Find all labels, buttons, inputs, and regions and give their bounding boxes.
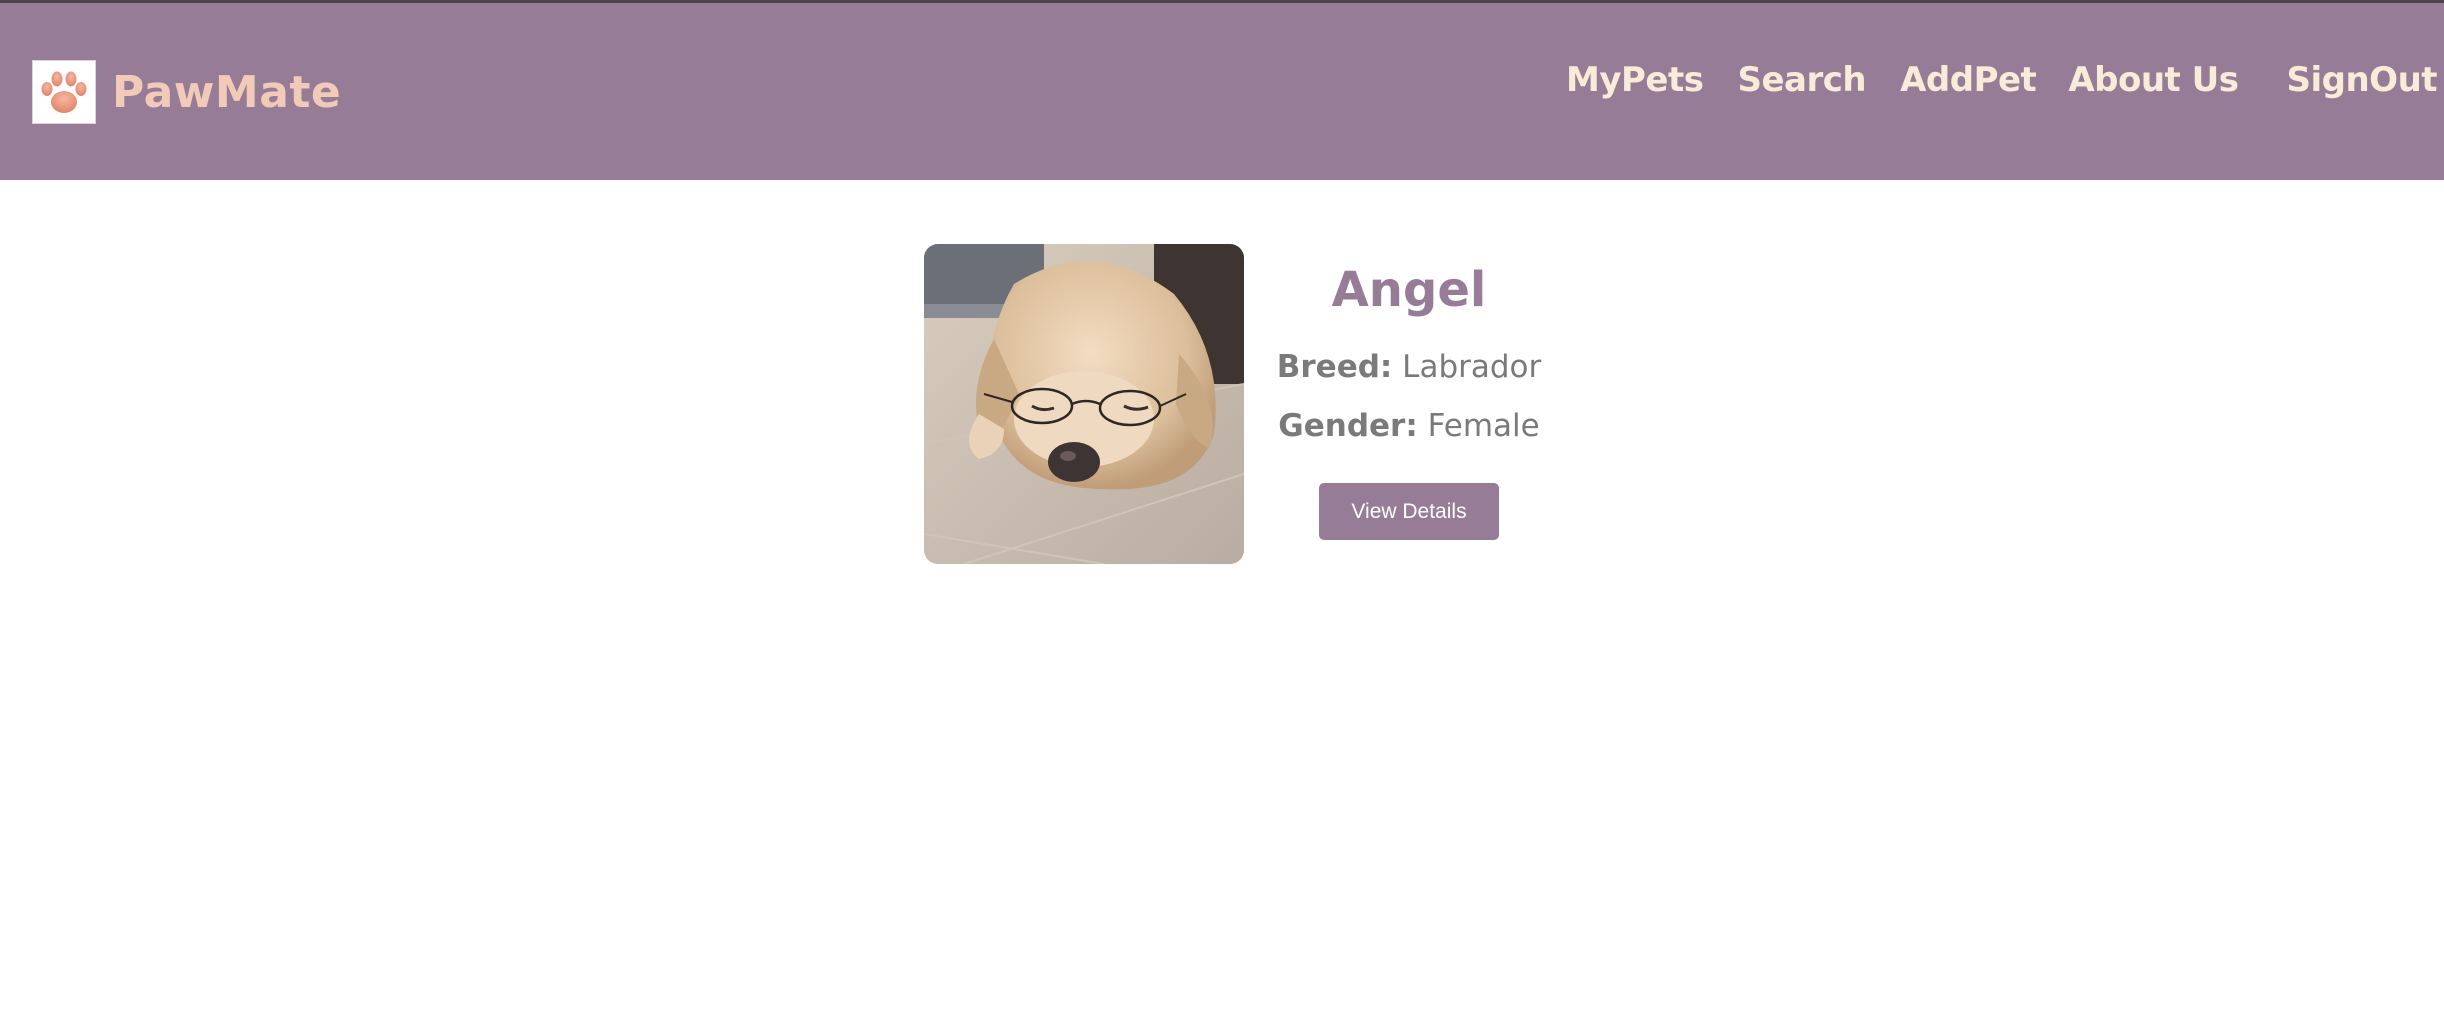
nav-link-signout[interactable]: SignOut [2286,60,2437,100]
nav-link-mypets[interactable]: MyPets [1566,60,1704,100]
pet-card: Angel Breed: Labrador Gender: Female Vie… [924,244,1564,564]
pet-info: Angel Breed: Labrador Gender: Female Vie… [1244,244,1574,564]
gender-value: Female [1427,408,1540,444]
view-details-button[interactable]: View Details [1319,483,1499,540]
breed-value: Labrador [1402,349,1542,385]
navbar: PawMate MyPets Search AddPet About Us Si… [0,3,2444,180]
pet-name: Angel [1331,262,1487,318]
gender-label: Gender: [1278,408,1418,444]
breed-label: Breed: [1276,349,1393,385]
pet-gender: Gender: Female [1244,408,1574,444]
nav-link-search[interactable]: Search [1737,60,1866,100]
brand-name: PawMate [112,66,342,118]
paw-icon [32,60,96,124]
main-nav: MyPets Search AddPet About Us SignOut [1566,52,2438,108]
pet-breed: Breed: Labrador [1244,349,1574,385]
brand-logo-link[interactable]: PawMate [32,60,341,124]
pet-photo [924,244,1244,564]
nav-link-addpet[interactable]: AddPet [1900,60,2037,100]
nav-link-about-us[interactable]: About Us [2068,60,2239,100]
